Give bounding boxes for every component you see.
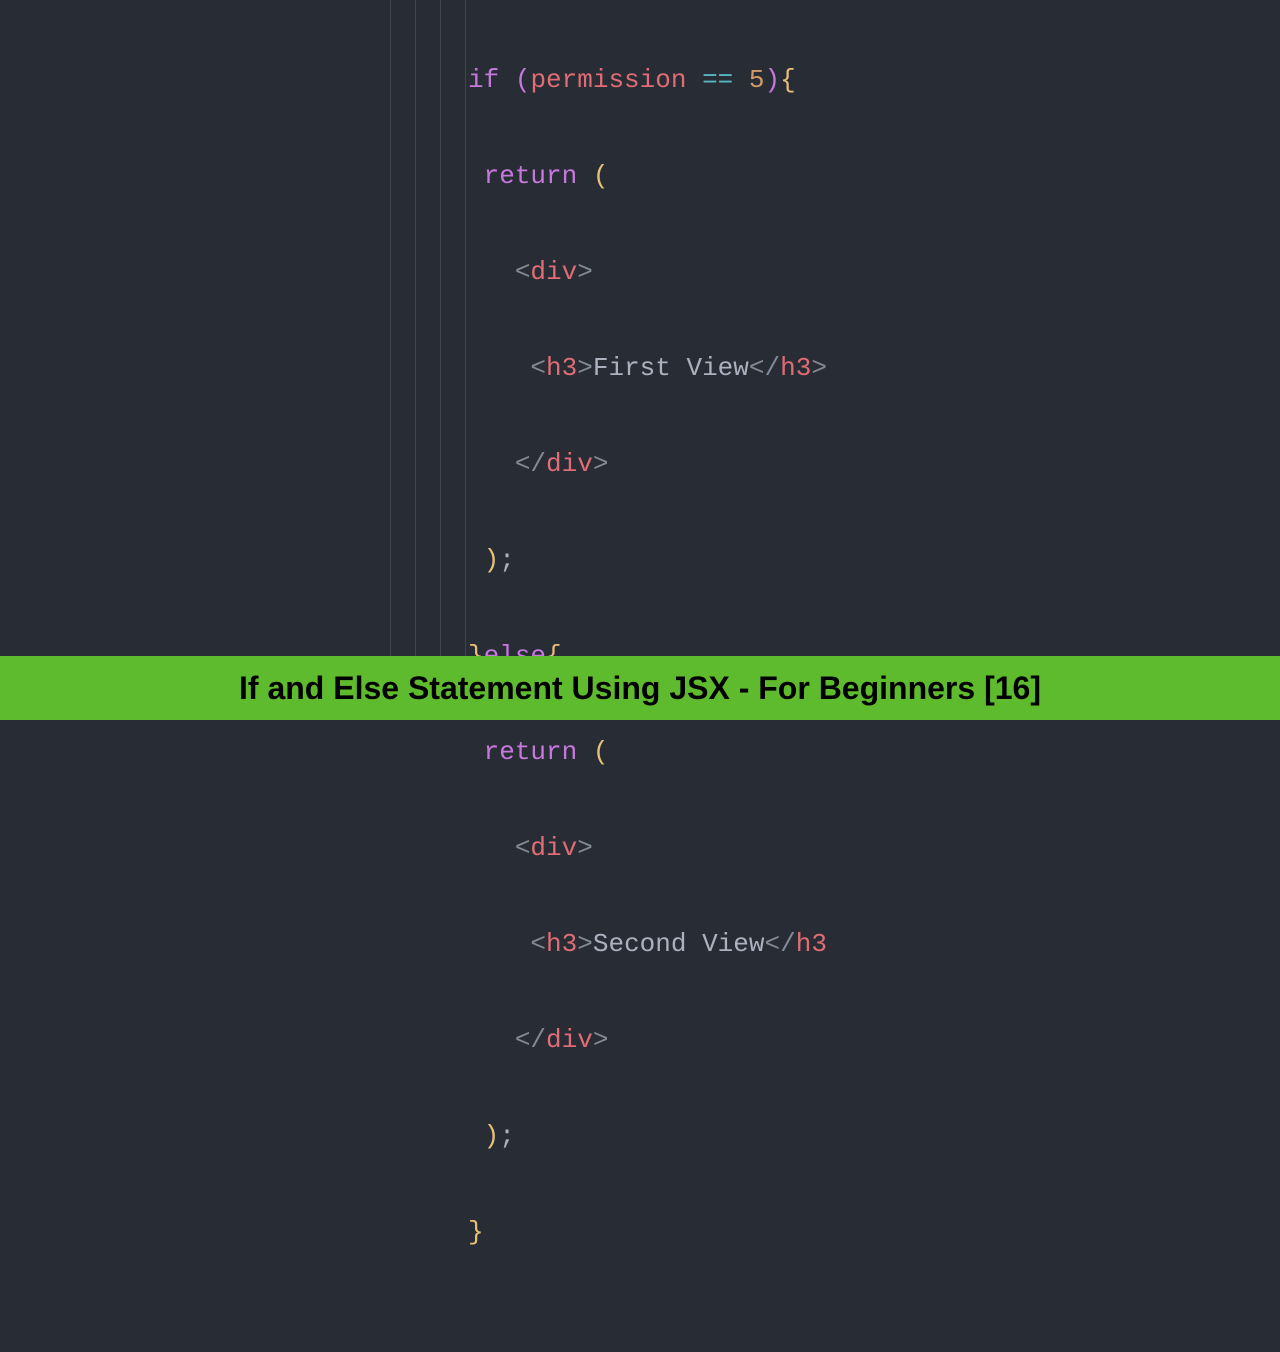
keyword-if: if bbox=[468, 65, 499, 95]
jsx-tag: div bbox=[546, 449, 593, 479]
angle-bracket: < bbox=[515, 833, 531, 863]
semicolon: ; bbox=[499, 545, 515, 575]
paren: ) bbox=[484, 1121, 500, 1151]
code-line: </div> bbox=[468, 440, 1280, 488]
angle-bracket: > bbox=[577, 353, 593, 383]
angle-bracket: < bbox=[515, 257, 531, 287]
jsx-text: Second View bbox=[593, 929, 765, 959]
angle-bracket: > bbox=[811, 353, 827, 383]
jsx-text: First View bbox=[593, 353, 749, 383]
jsx-tag: div bbox=[530, 257, 577, 287]
angle-bracket: > bbox=[593, 1025, 609, 1055]
angle-bracket: > bbox=[593, 449, 609, 479]
angle-bracket: </ bbox=[515, 1025, 546, 1055]
indent-guide bbox=[440, 0, 441, 656]
jsx-tag: h3 bbox=[546, 929, 577, 959]
paren: ( bbox=[593, 161, 609, 191]
jsx-tag: h3 bbox=[796, 929, 827, 959]
indent-guide bbox=[465, 0, 466, 656]
keyword-return: return bbox=[484, 161, 578, 191]
paren: ( bbox=[515, 65, 531, 95]
angle-bracket: </ bbox=[749, 353, 780, 383]
jsx-tag: div bbox=[530, 833, 577, 863]
banner-title: If and Else Statement Using JSX - For Be… bbox=[239, 670, 1041, 707]
brace: { bbox=[780, 65, 796, 95]
code-line: if (permission == 5){ bbox=[468, 56, 1280, 104]
jsx-tag: div bbox=[546, 1025, 593, 1055]
indent-guide bbox=[390, 0, 391, 656]
jsx-tag: h3 bbox=[546, 353, 577, 383]
jsx-tag: h3 bbox=[780, 353, 811, 383]
code-line: return ( bbox=[468, 728, 1280, 776]
indent-guide bbox=[415, 0, 416, 656]
code-line: return ( bbox=[468, 152, 1280, 200]
code-editor: if (permission == 5){ return ( <div> <h3… bbox=[0, 0, 1280, 656]
angle-bracket: > bbox=[577, 257, 593, 287]
brace: } bbox=[468, 1217, 484, 1247]
code-line: ); bbox=[468, 536, 1280, 584]
angle-bracket: > bbox=[577, 929, 593, 959]
variable: permission bbox=[530, 65, 686, 95]
title-banner: If and Else Statement Using JSX - For Be… bbox=[0, 656, 1280, 720]
code-line: } bbox=[468, 1208, 1280, 1256]
semicolon: ; bbox=[499, 1121, 515, 1151]
code-line: <h3>Second View</h3 bbox=[468, 920, 1280, 968]
paren: ) bbox=[484, 545, 500, 575]
code-line: <div> bbox=[468, 248, 1280, 296]
angle-bracket: > bbox=[577, 833, 593, 863]
angle-bracket: </ bbox=[765, 929, 796, 959]
code-line: <div> bbox=[468, 824, 1280, 872]
code-line: ); bbox=[468, 1112, 1280, 1160]
paren: ) bbox=[765, 65, 781, 95]
operator: == bbox=[702, 65, 733, 95]
number-literal: 5 bbox=[749, 65, 765, 95]
code-line: <h3>First View</h3> bbox=[468, 344, 1280, 392]
paren: ( bbox=[593, 737, 609, 767]
angle-bracket: < bbox=[530, 929, 546, 959]
code-line: </div> bbox=[468, 1016, 1280, 1064]
angle-bracket: </ bbox=[515, 449, 546, 479]
angle-bracket: < bbox=[530, 353, 546, 383]
keyword-return: return bbox=[484, 737, 578, 767]
